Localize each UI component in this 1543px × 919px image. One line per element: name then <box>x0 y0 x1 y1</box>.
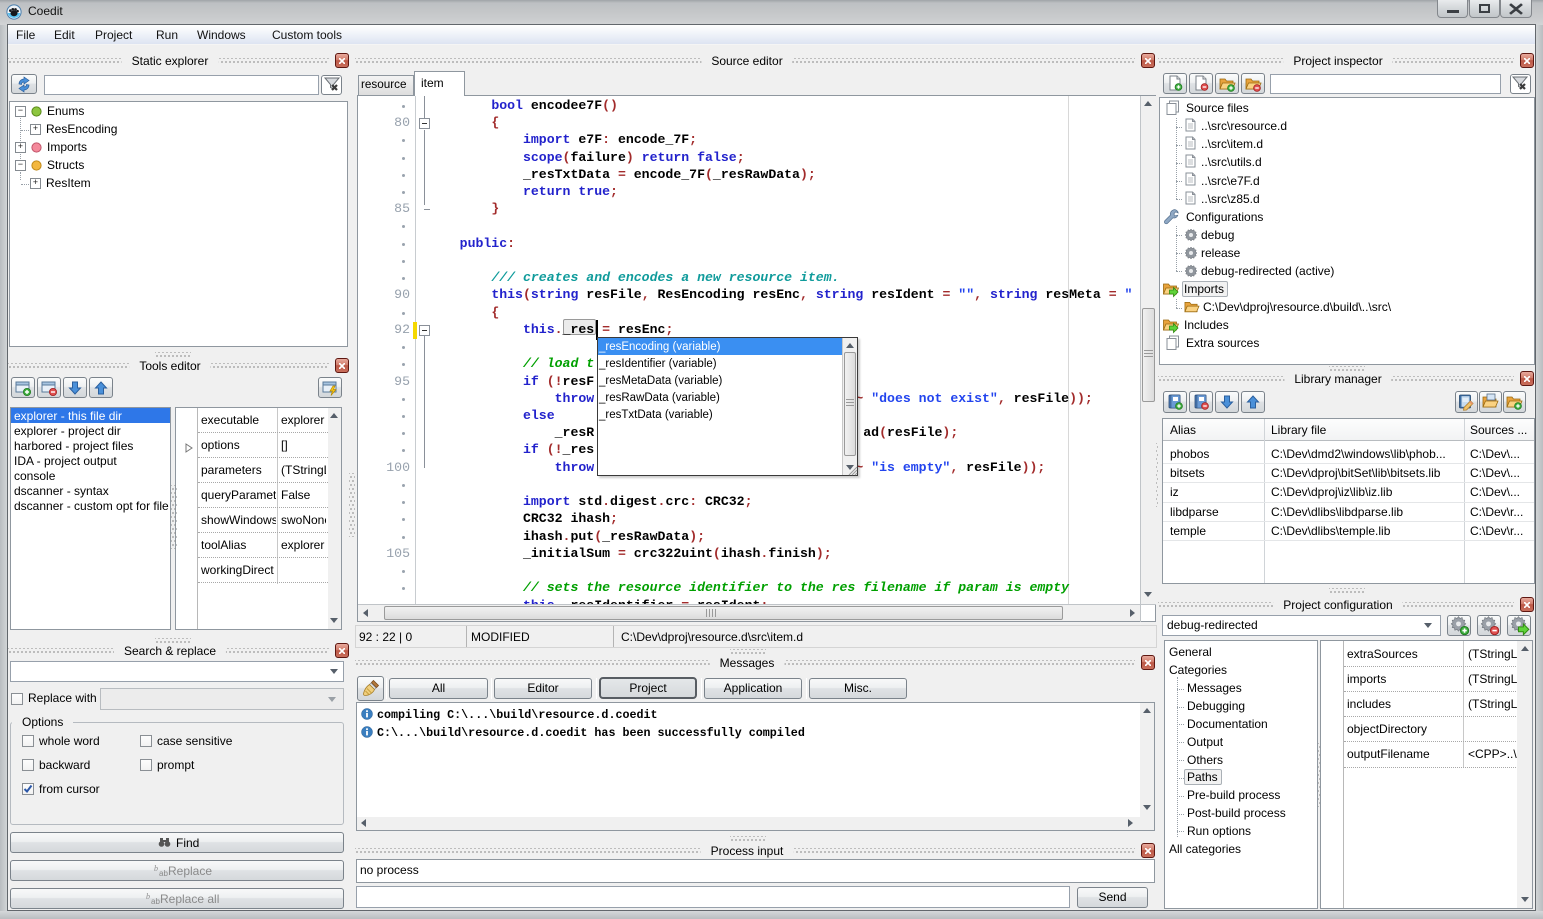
svg-text:b: b <box>146 892 150 901</box>
svg-text:b: b <box>154 864 158 873</box>
